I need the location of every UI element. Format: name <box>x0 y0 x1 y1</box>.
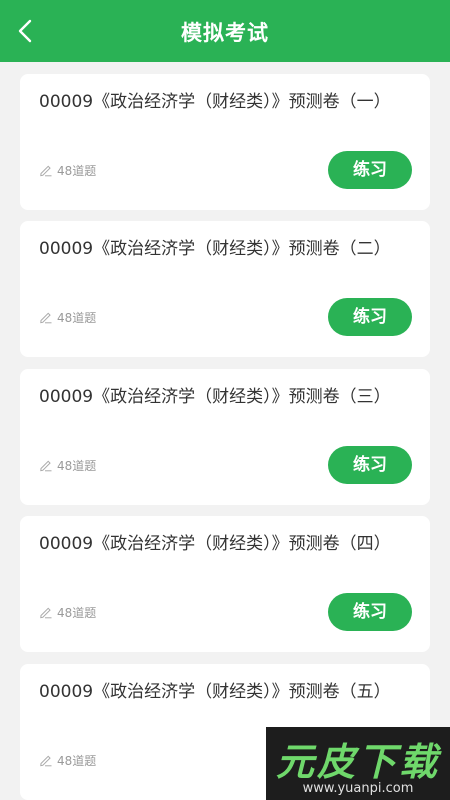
practice-button[interactable]: 练习 <box>328 593 412 631</box>
question-count: 48道题 <box>39 161 96 179</box>
question-count-label: 48道题 <box>57 163 97 178</box>
pencil-icon <box>40 165 52 177</box>
practice-button[interactable]: 练习 <box>328 446 412 484</box>
pencil-icon <box>40 755 52 767</box>
exam-paper-card[interactable]: 00009《政治经济学（财经类）》预测卷（三） 48道题 练习 <box>20 369 430 505</box>
question-count: 48道题 <box>39 603 96 621</box>
exam-paper-card[interactable]: 00009《政治经济学（财经类）》预测卷（二） 48道题 练习 <box>20 221 430 357</box>
paper-title: 00009《政治经济学（财经类）》预测卷（二） <box>39 239 391 259</box>
pencil-icon <box>40 460 52 472</box>
watermark-url: www.yuanpi.com <box>302 781 414 796</box>
pencil-icon <box>40 607 52 619</box>
exam-paper-card[interactable]: 00009《政治经济学（财经类）》预测卷（四） 48道题 练习 <box>20 516 430 652</box>
watermark-logo-text: 元皮下载 <box>276 740 441 784</box>
paper-title: 00009《政治经济学（财经类）》预测卷（四） <box>39 534 391 554</box>
practice-button[interactable]: 练习 <box>328 151 412 189</box>
exam-paper-card[interactable]: 00009《政治经济学（财经类）》预测卷（一） 48道题 练习 <box>20 74 430 210</box>
question-count-label: 48道题 <box>57 310 97 325</box>
top-app-bar: 模拟考试 <box>0 0 450 62</box>
question-count: 48道题 <box>39 751 96 769</box>
paper-title: 00009《政治经济学（财经类）》预测卷（一） <box>39 92 391 112</box>
question-count-label: 48道题 <box>57 753 97 768</box>
practice-button[interactable]: 练习 <box>328 298 412 336</box>
question-count-label: 48道题 <box>57 605 97 620</box>
question-count: 48道题 <box>39 308 96 326</box>
pencil-icon <box>40 312 52 324</box>
page-title: 模拟考试 <box>181 21 269 45</box>
question-count: 48道题 <box>39 456 96 474</box>
site-watermark: 元皮下载 www.yuanpi.com <box>266 727 450 800</box>
question-count-label: 48道题 <box>57 458 97 473</box>
paper-title: 00009《政治经济学（财经类）》预测卷（五） <box>39 682 391 702</box>
paper-title: 00009《政治经济学（财经类）》预测卷（三） <box>39 387 391 407</box>
